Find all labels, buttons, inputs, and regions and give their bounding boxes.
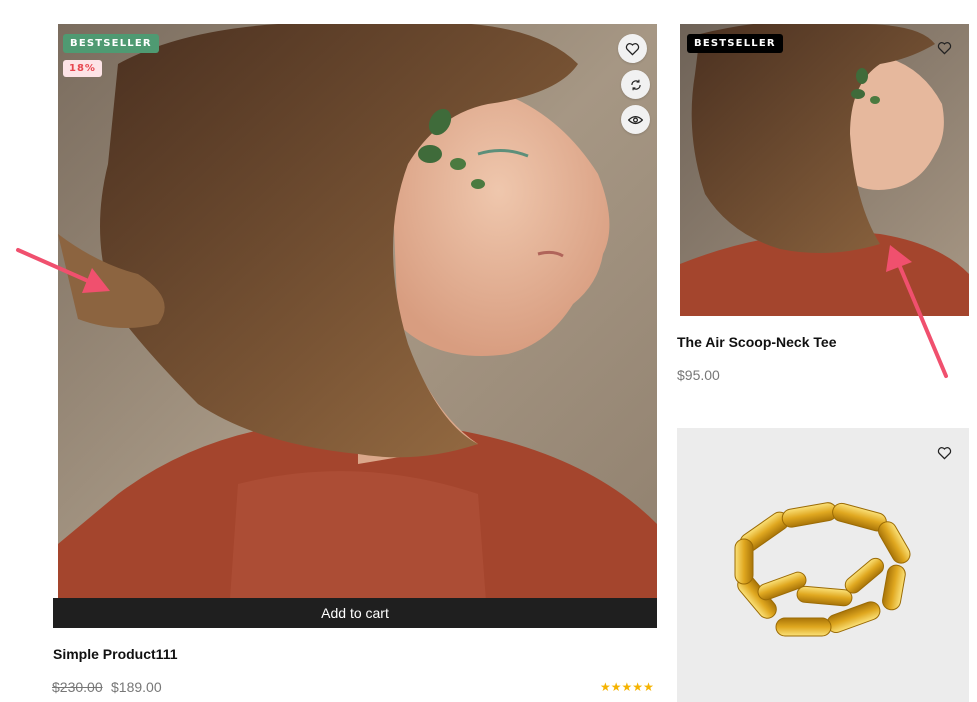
price-old: $230.00 [52, 679, 103, 695]
star-icon: ★ [600, 680, 611, 694]
rating-stars: ★ ★ ★ ★ ★ [600, 681, 654, 693]
star-icon: ★ [610, 680, 622, 694]
compare-button[interactable] [621, 70, 650, 99]
compare-icon [630, 79, 641, 90]
wishlist-button[interactable] [934, 443, 954, 463]
star-icon: ★ [643, 680, 654, 694]
star-icon: ★ [632, 680, 644, 694]
quick-view-button[interactable] [621, 105, 650, 134]
product-title[interactable]: Simple Product111 [53, 646, 178, 662]
wishlist-button[interactable] [618, 34, 647, 63]
product-image-top-right[interactable] [680, 24, 969, 316]
product-photo-woman-small [680, 24, 969, 316]
heart-icon [937, 42, 951, 55]
eye-icon [628, 115, 643, 124]
heart-icon [937, 447, 951, 460]
bestseller-badge: BESTSELLER [63, 34, 159, 53]
wishlist-button[interactable] [934, 38, 954, 58]
price: $95.00 [677, 367, 720, 383]
product-photo-gold-bracelet [677, 428, 969, 702]
add-to-cart-button[interactable]: Add to cart [53, 598, 657, 628]
product-image-main[interactable] [58, 24, 657, 628]
product-title[interactable]: The Air Scoop-Neck Tee [677, 334, 836, 350]
product-image-bottom-right[interactable] [677, 428, 969, 702]
star-icon: ★ [621, 680, 633, 694]
price-new: $189.00 [111, 679, 162, 695]
bestseller-badge: BESTSELLER [687, 34, 783, 53]
heart-icon [625, 42, 640, 56]
discount-badge: 18% [63, 60, 102, 77]
product-photo-woman [58, 24, 657, 628]
